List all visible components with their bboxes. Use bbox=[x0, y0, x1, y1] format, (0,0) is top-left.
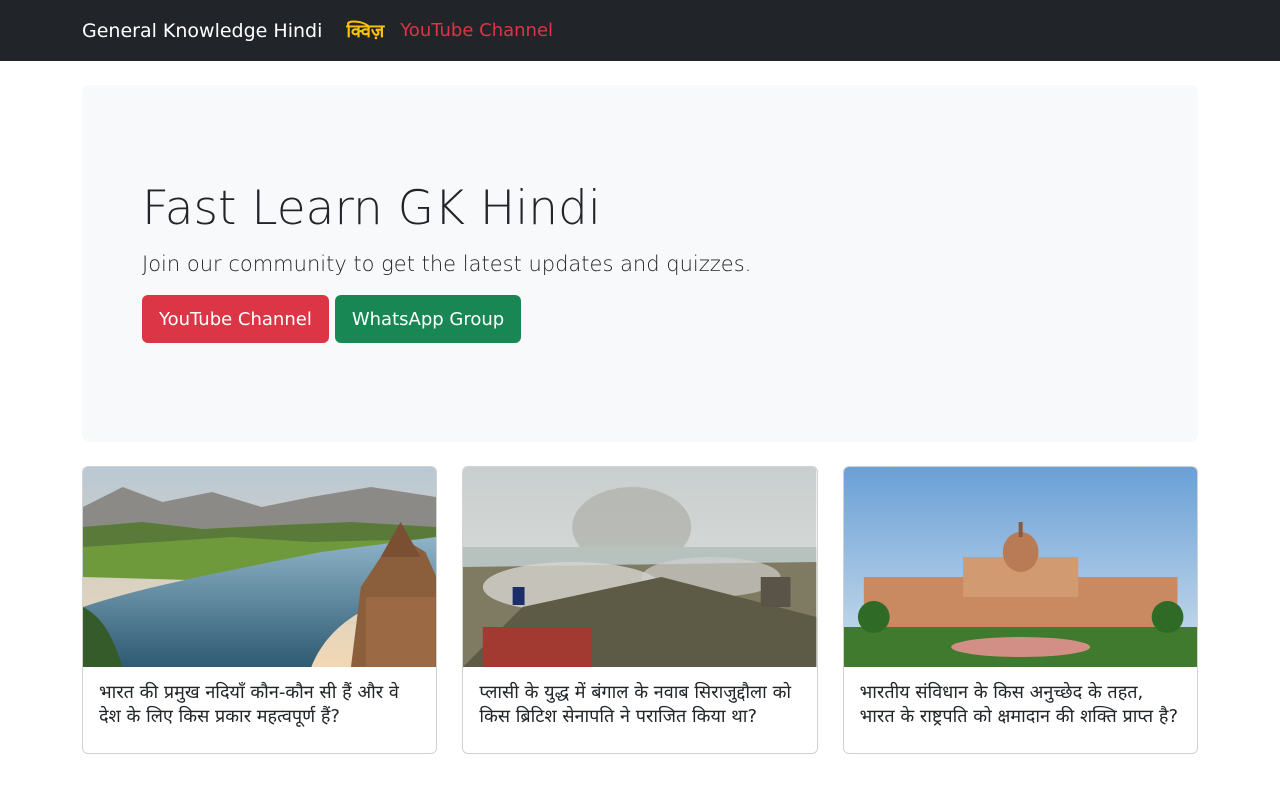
nav-link-quiz[interactable]: क्विज़ bbox=[346, 19, 384, 43]
card-title: प्लासी के युद्ध में बंगाल के नवाब सिराजु… bbox=[479, 682, 792, 727]
article-card[interactable]: भारतीय संविधान के किस अनुच्छेद के तहत, भ… bbox=[842, 466, 1198, 754]
whatsapp-group-button[interactable]: WhatsApp Group bbox=[334, 295, 522, 343]
card-image-rashtrapati-bhavan bbox=[843, 467, 1197, 667]
hero-actions: YouTube Channel WhatsApp Group bbox=[142, 295, 1138, 343]
youtube-channel-button[interactable]: YouTube Channel bbox=[142, 295, 329, 343]
card-body: भारत की प्रमुख नदियाँ कौन-कौन सी हैं और … bbox=[83, 667, 436, 753]
card-body: भारतीय संविधान के किस अनुच्छेद के तहत, भ… bbox=[844, 667, 1197, 753]
hero-title: Fast Learn GK Hindi bbox=[142, 181, 601, 236]
card-title: भारतीय संविधान के किस अनुच्छेद के तहत, भ… bbox=[859, 682, 1179, 727]
hero-subtitle: Join our community to get the latest upd… bbox=[142, 252, 752, 276]
card-image-rivers bbox=[83, 467, 437, 667]
card-body: प्लासी के युद्ध में बंगाल के नवाब सिराजु… bbox=[463, 667, 816, 753]
card-title: भारत की प्रमुख नदियाँ कौन-कौन सी हैं और … bbox=[99, 682, 399, 727]
card-image-battle bbox=[463, 467, 817, 667]
nav-link-youtube[interactable]: YouTube Channel bbox=[400, 20, 553, 41]
top-navbar: General Knowledge Hindi क्विज़ YouTube C… bbox=[0, 0, 1280, 61]
article-card[interactable]: भारत की प्रमुख नदियाँ कौन-कौन सी हैं और … bbox=[82, 466, 438, 754]
article-card[interactable]: प्लासी के युद्ध में बंगाल के नवाब सिराजु… bbox=[462, 466, 818, 754]
article-cards: भारत की प्रमुख नदियाँ कौन-कौन सी हैं और … bbox=[82, 466, 1198, 754]
hero-banner: Fast Learn GK Hindi Join our community t… bbox=[82, 85, 1198, 442]
brand-link[interactable]: General Knowledge Hindi bbox=[82, 20, 322, 42]
